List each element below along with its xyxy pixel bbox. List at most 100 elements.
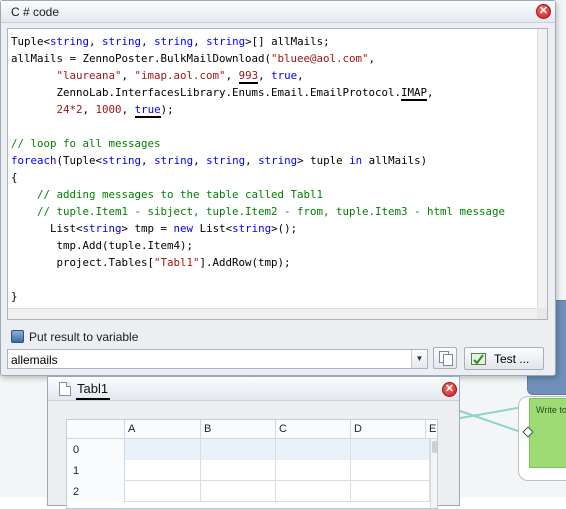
code-line[interactable]: // loop fo all messages (11, 135, 537, 152)
table-grid[interactable]: A B C D E 0 1 2 (66, 419, 438, 509)
document-icon (59, 382, 71, 396)
close-button[interactable]: ✕ (536, 4, 551, 19)
horizontal-scrollbar[interactable] (8, 308, 537, 319)
code-token: "bluee@aol.com" (271, 52, 369, 65)
close-button[interactable]: ✕ (442, 382, 457, 397)
code-token: string (206, 35, 246, 48)
code-token: true (134, 103, 161, 118)
code-token: , (193, 35, 207, 48)
table-cell[interactable] (201, 481, 276, 502)
code-line[interactable]: foreach(Tuple<string, string, string, st… (11, 152, 537, 169)
variable-input[interactable] (11, 352, 406, 367)
code-line[interactable]: Tuple<string, string, string, string>[] … (11, 33, 537, 50)
copy-button[interactable] (433, 347, 457, 369)
code-token: > tuple (297, 154, 350, 167)
table-cell[interactable] (276, 439, 351, 460)
column-header[interactable]: B (201, 420, 276, 439)
row-header[interactable]: 0 (67, 439, 125, 460)
code-line[interactable] (11, 118, 537, 135)
code-token: foreach (11, 154, 57, 167)
test-button[interactable]: Test ... (464, 347, 544, 370)
dialog-title: C # code (11, 5, 60, 19)
column-header[interactable]: C (276, 420, 351, 439)
code-token: allMails) (362, 154, 428, 167)
code-token: string (154, 35, 194, 48)
column-header[interactable]: E (426, 420, 437, 439)
code-token: "imap.aol.com" (134, 69, 226, 82)
column-header[interactable]: D (351, 420, 426, 439)
column-header[interactable]: A (125, 420, 201, 439)
table-cell[interactable] (351, 481, 430, 502)
table-row[interactable]: 1 (67, 460, 437, 481)
title-underline (76, 398, 110, 400)
variable-select[interactable]: ▼ (7, 349, 428, 369)
grid-scrollbar[interactable] (430, 439, 437, 508)
table-cell[interactable] (351, 460, 430, 481)
code-line[interactable]: ZennoLab.InterfacesLibrary.Enums.Email.E… (11, 84, 537, 101)
code-token: new (173, 222, 194, 235)
close-icon: ✕ (444, 383, 455, 395)
code-line[interactable]: List<string> tmp = new List<string>(); (11, 220, 537, 237)
code-line[interactable]: { (11, 169, 537, 186)
scroll-thumb[interactable] (432, 441, 437, 453)
code-token: "Tabl1" (154, 256, 200, 269)
table-cell[interactable] (125, 439, 201, 460)
code-line[interactable]: "laureana", "imap.aol.com", 993, true, (11, 67, 537, 84)
code-line[interactable]: // adding messages to the table called T… (11, 186, 537, 203)
row-header[interactable]: 1 (67, 460, 125, 481)
code-line[interactable]: allMails = ZennoPoster.BulkMailDownload(… (11, 50, 537, 67)
code-editor[interactable]: Tuple<string, string, string, string>[] … (7, 28, 548, 320)
code-token: } (11, 290, 18, 303)
code-line[interactable]: tmp.Add(tuple.Item4); (11, 237, 537, 254)
code-line[interactable]: project.Tables["Tabl1"].AddRow(tmp); (11, 254, 537, 271)
code-token: string (50, 35, 90, 48)
code-text-area[interactable]: Tuple<string, string, string, string>[] … (8, 29, 537, 308)
code-line[interactable]: // tuple.Item1 - sibject, tuple.Item2 - … (11, 203, 537, 220)
table-cell[interactable] (125, 460, 201, 481)
close-icon: ✕ (538, 5, 549, 17)
table-cell[interactable] (201, 460, 276, 481)
code-token: , (427, 86, 434, 99)
code-token: (Tuple< (56, 154, 103, 167)
code-line[interactable]: 24*2, 1000, true); (11, 101, 537, 118)
dropdown-button[interactable]: ▼ (411, 350, 427, 368)
table-cell[interactable] (276, 460, 351, 481)
code-token: ].AddRow(tmp); (199, 256, 291, 269)
table-row[interactable]: 2 (67, 481, 437, 502)
dialog-titlebar[interactable]: C # code ✕ (1, 1, 555, 23)
code-token: 993 (238, 69, 259, 84)
table-cell[interactable] (201, 439, 276, 460)
write-block-label: Write to (536, 405, 566, 415)
code-line[interactable] (11, 271, 537, 288)
grid-header-row: A B C D E (67, 420, 437, 439)
vertical-scrollbar[interactable] (537, 29, 547, 308)
code-token: string (154, 154, 194, 167)
variable-icon (11, 330, 24, 343)
code-token: , (121, 103, 135, 116)
code-token: true (271, 69, 298, 82)
code-token: string (258, 154, 298, 167)
test-button-label: Test ... (494, 352, 530, 366)
copy-icon (439, 351, 453, 366)
row-header[interactable]: 2 (67, 481, 125, 502)
code-token: IMAP (401, 86, 428, 101)
table-row[interactable]: 0 (67, 439, 437, 460)
code-token: , (368, 52, 376, 65)
code-comment: // loop fo all messages (11, 137, 161, 150)
code-line[interactable]: } (11, 288, 537, 305)
table-title: Tabl1 (77, 381, 109, 396)
table-window: Tabl1 ✕ A B C D E 0 1 2 (47, 376, 460, 509)
write-block[interactable]: Write to (529, 398, 566, 468)
table-titlebar[interactable]: Tabl1 ✕ (48, 377, 459, 401)
code-token: string (206, 154, 246, 167)
csharp-code-dialog: C # code ✕ Tuple<string, string, string,… (0, 0, 556, 376)
code-token: , (258, 69, 272, 82)
code-token: >(); (271, 222, 298, 235)
table-cell[interactable] (351, 439, 430, 460)
code-token: ); (160, 103, 174, 116)
code-token: List< (11, 222, 83, 235)
table-cell[interactable] (125, 481, 201, 502)
code-token: project.Tables[ (11, 256, 155, 269)
table-cell[interactable] (276, 481, 351, 502)
